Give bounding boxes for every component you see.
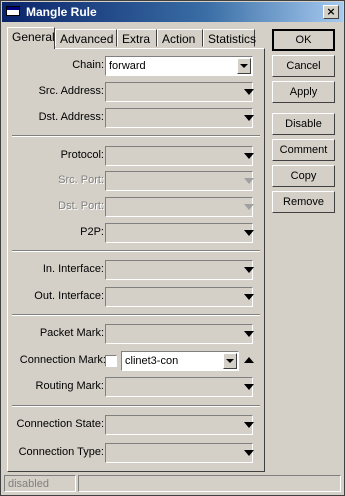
src-port-field xyxy=(105,171,253,191)
status-cell-empty xyxy=(78,475,341,492)
tab-label: Advanced xyxy=(60,32,114,46)
connection-mark-value: clinet3-con xyxy=(125,355,179,367)
tab-action[interactable]: Action xyxy=(157,29,203,47)
close-icon: × xyxy=(326,5,336,18)
apply-button[interactable]: Apply xyxy=(272,81,335,103)
dst-address-label: Dst. Address: xyxy=(38,111,104,123)
dst-port-label: Dst. Port: xyxy=(58,200,104,212)
connection-type-row: Connection Type: xyxy=(8,443,264,463)
in-interface-row: In. Interface: xyxy=(8,260,264,280)
chain-label: Chain: xyxy=(72,59,104,71)
connection-mark-negate-checkbox[interactable] xyxy=(105,355,117,367)
tab-statistics[interactable]: Statistics xyxy=(203,29,257,47)
in-interface-field[interactable] xyxy=(105,260,253,280)
chevron-down-icon[interactable] xyxy=(244,153,254,159)
chevron-down-icon[interactable] xyxy=(244,331,254,337)
chain-select[interactable]: forward xyxy=(105,56,253,76)
chevron-down-icon xyxy=(226,359,234,363)
chevron-up-icon[interactable] xyxy=(244,357,254,363)
src-port-label: Src. Port: xyxy=(58,174,104,186)
tab-advanced[interactable]: Advanced xyxy=(55,29,117,47)
tab-label: Statistics xyxy=(208,32,257,46)
comment-button[interactable]: Comment xyxy=(272,139,335,161)
packet-mark-field[interactable] xyxy=(105,324,253,344)
connection-type-field[interactable] xyxy=(105,443,253,463)
status-bar: disabled xyxy=(4,475,341,492)
chevron-down-icon[interactable] xyxy=(244,422,254,428)
divider xyxy=(12,250,260,252)
connection-mark-label: Connection Mark: xyxy=(19,354,106,366)
chevron-down-icon[interactable] xyxy=(244,384,254,390)
packet-mark-row: Packet Mark: xyxy=(8,324,264,344)
routing-mark-field[interactable] xyxy=(105,377,253,397)
p2p-row: P2P: xyxy=(8,223,264,243)
close-button[interactable]: × xyxy=(323,5,339,19)
status-text: disabled xyxy=(4,475,76,492)
title-bar[interactable]: Mangle Rule × xyxy=(2,2,343,22)
routing-mark-row: Routing Mark: xyxy=(8,377,264,397)
dst-port-row: Dst. Port: xyxy=(8,197,264,217)
tab-general[interactable]: General xyxy=(7,27,55,49)
dst-address-row: Dst. Address: xyxy=(8,108,264,128)
out-interface-label: Out. Interface: xyxy=(34,290,104,302)
packet-mark-label: Packet Mark: xyxy=(39,327,104,339)
chevron-down-icon[interactable] xyxy=(244,450,254,456)
p2p-field[interactable] xyxy=(105,223,253,243)
tab-extra[interactable]: Extra xyxy=(117,29,157,47)
chevron-down-icon xyxy=(244,178,254,184)
divider xyxy=(12,405,260,407)
chain-value: forward xyxy=(109,60,146,72)
cancel-button[interactable]: Cancel xyxy=(272,55,335,77)
protocol-row: Protocol: xyxy=(8,146,264,166)
out-interface-field[interactable] xyxy=(105,287,253,307)
chevron-down-icon[interactable] xyxy=(244,294,254,300)
in-interface-label: In. Interface: xyxy=(42,263,104,275)
connection-state-row: Connection State: xyxy=(8,415,264,435)
chain-row: Chain: forward xyxy=(8,56,264,76)
src-address-label: Src. Address: xyxy=(38,85,104,97)
window-icon xyxy=(6,6,20,16)
dst-address-field[interactable] xyxy=(105,108,253,128)
chevron-down-icon[interactable] xyxy=(244,267,254,273)
tab-label: Extra xyxy=(122,32,151,46)
copy-button[interactable]: Copy xyxy=(272,165,335,187)
chevron-down-icon xyxy=(240,64,248,68)
chevron-down-icon xyxy=(244,204,254,210)
routing-mark-label: Routing Mark: xyxy=(35,380,104,392)
chain-dropdown-button[interactable] xyxy=(237,58,251,74)
src-address-field[interactable] xyxy=(105,82,253,102)
chevron-down-icon[interactable] xyxy=(244,89,254,95)
chevron-down-icon[interactable] xyxy=(244,115,254,121)
divider xyxy=(12,314,260,316)
remove-button[interactable]: Remove xyxy=(272,191,335,213)
connection-type-label: Connection Type: xyxy=(18,446,104,458)
ok-button[interactable]: OK xyxy=(272,29,335,51)
connection-mark-select[interactable]: clinet3-con xyxy=(121,351,239,371)
protocol-field[interactable] xyxy=(105,146,253,166)
dst-port-field xyxy=(105,197,253,217)
tab-label: Action xyxy=(162,32,196,46)
connection-state-field[interactable] xyxy=(105,415,253,435)
src-address-row: Src. Address: xyxy=(8,82,264,102)
divider xyxy=(12,135,260,137)
mangle-rule-dialog: Mangle Rule × General Advanced Extra Act… xyxy=(0,0,345,496)
src-port-row: Src. Port: xyxy=(8,171,264,191)
connection-state-label: Connection State: xyxy=(16,418,104,430)
tab-label: General xyxy=(12,30,55,44)
chevron-down-icon[interactable] xyxy=(244,230,254,236)
out-interface-row: Out. Interface: xyxy=(8,287,264,307)
protocol-label: Protocol: xyxy=(60,149,104,161)
connection-mark-row: Connection Mark: clinet3-con xyxy=(8,351,264,371)
general-panel: Chain: forward Src. Address: Dst. Addres… xyxy=(7,48,265,472)
window-title: Mangle Rule xyxy=(26,5,97,19)
disable-button[interactable]: Disable xyxy=(272,113,335,135)
connection-mark-dropdown-button[interactable] xyxy=(223,353,237,369)
p2p-label: P2P: xyxy=(80,226,104,238)
